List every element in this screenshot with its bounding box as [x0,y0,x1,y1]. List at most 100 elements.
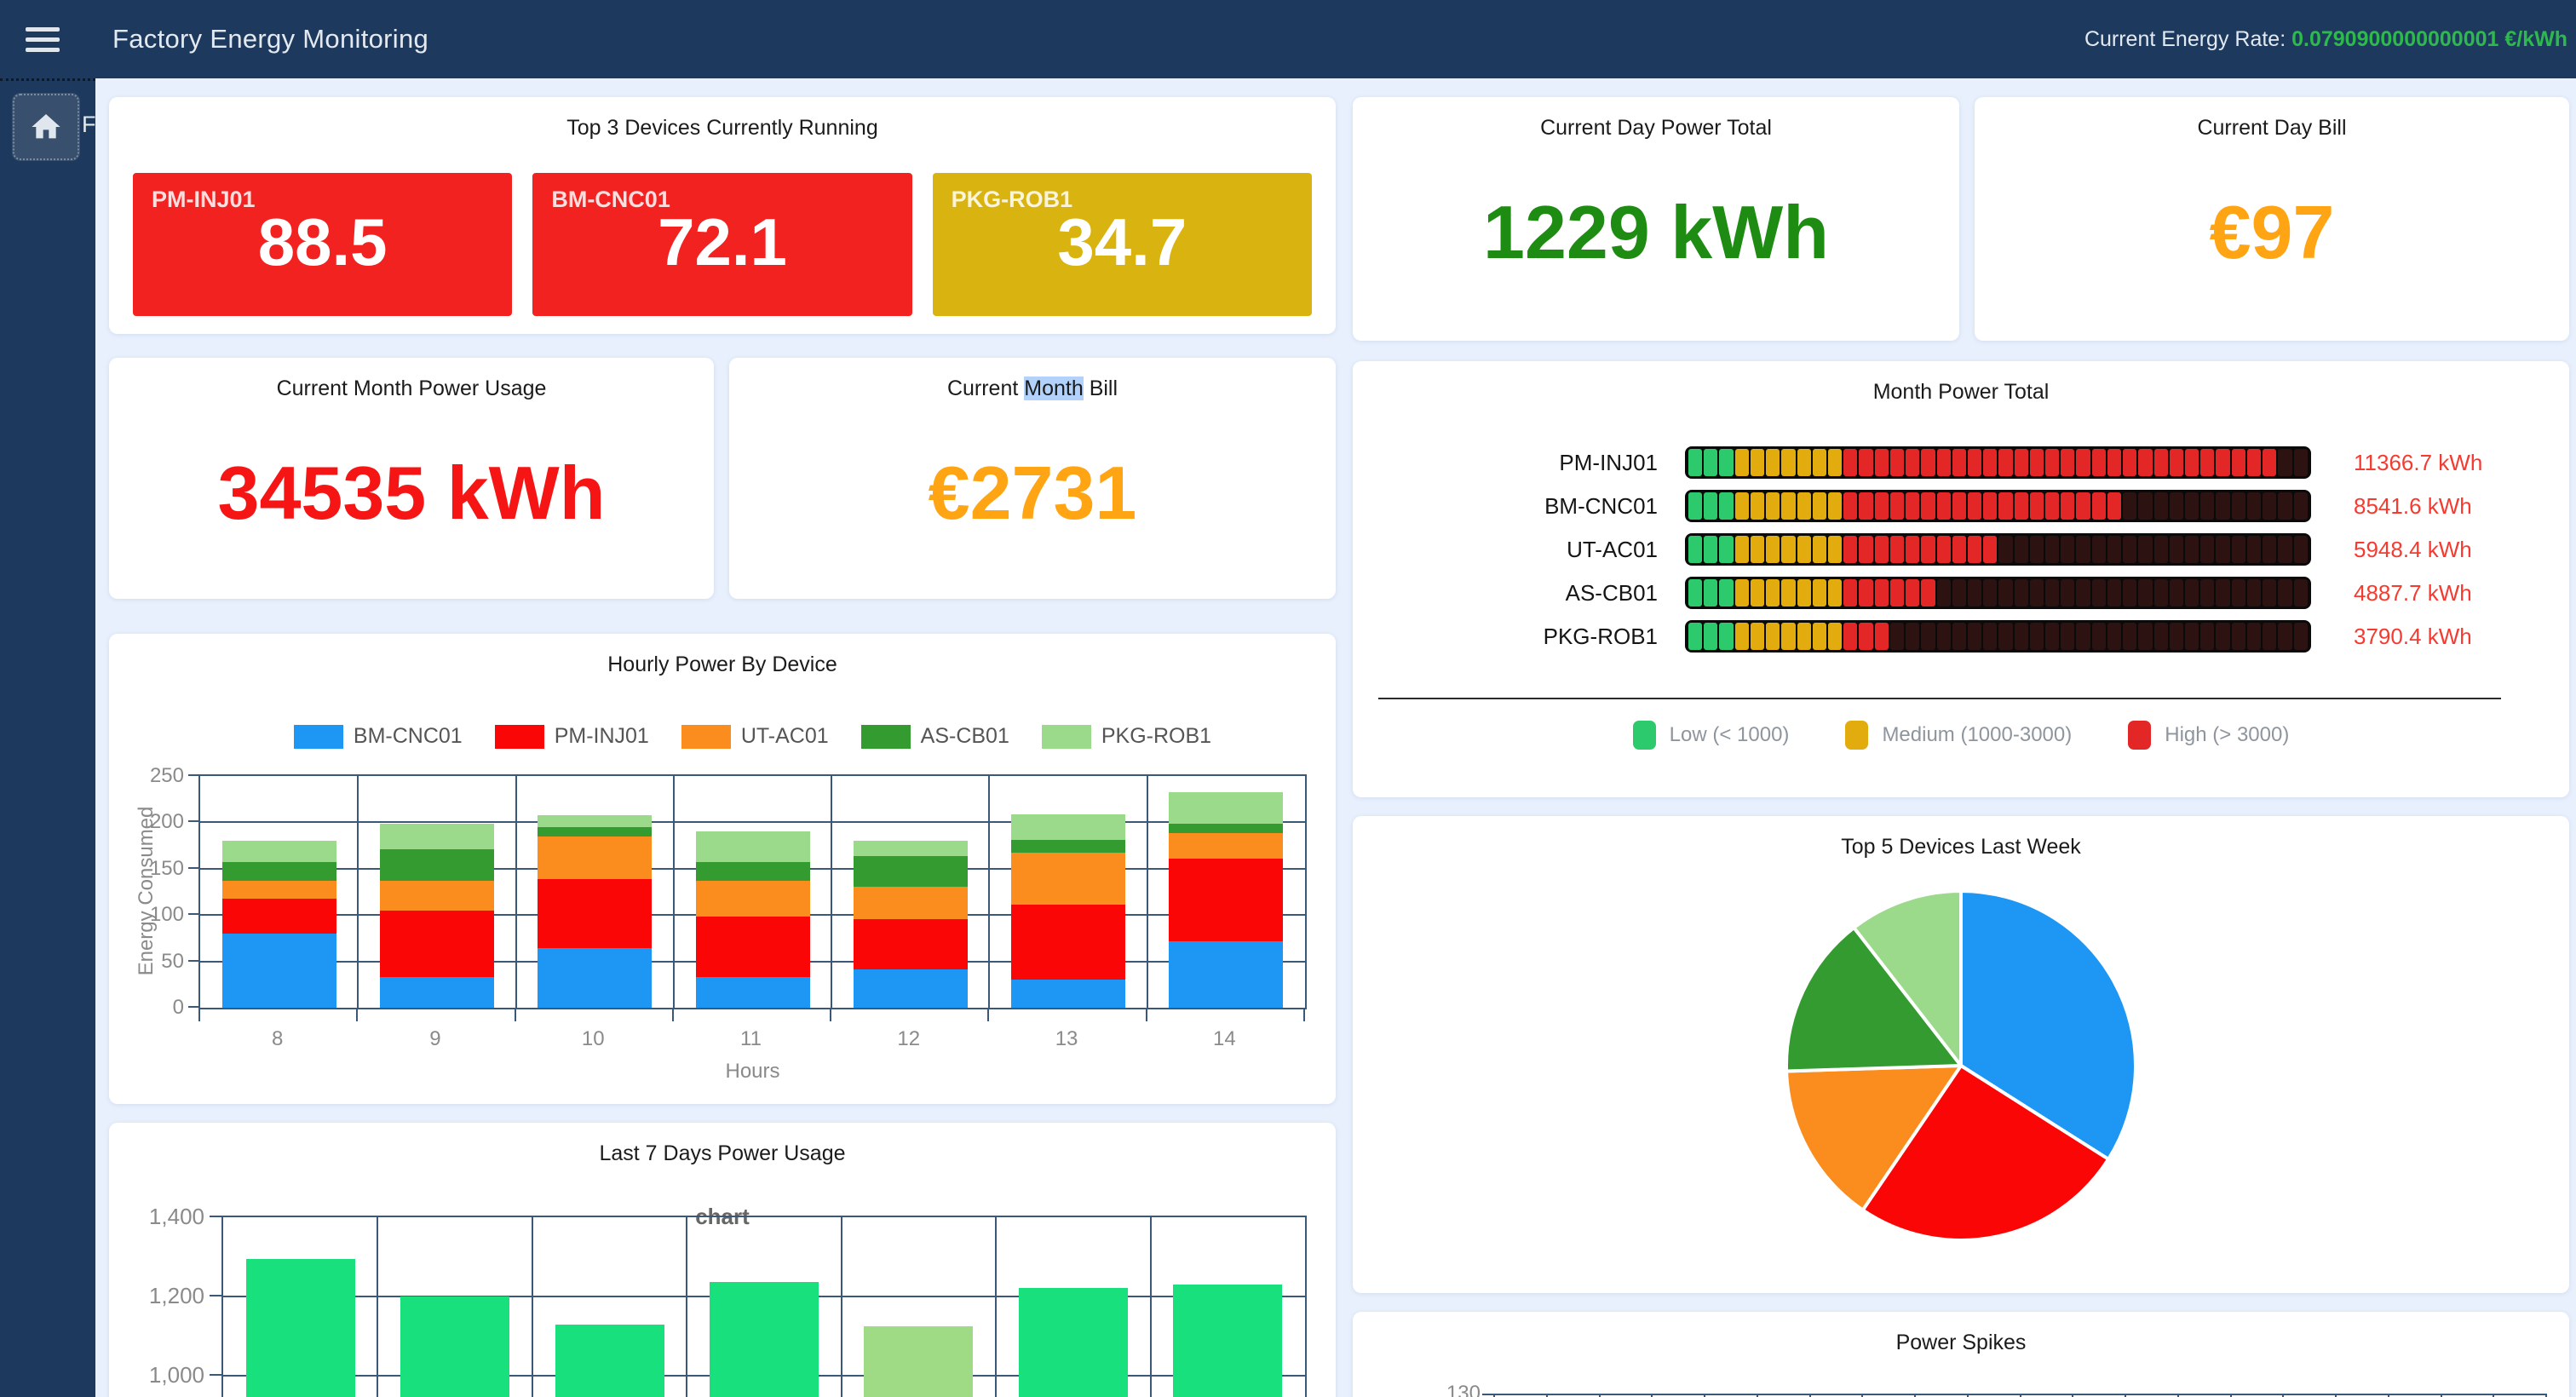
x-tickmark [2230,1394,2232,1397]
x-tickmark [1704,1394,1705,1397]
bar-segment [1890,623,1904,650]
bar-segment-UT-AC01[interactable] [1011,853,1125,905]
bar-segment-PM-INJ01[interactable] [696,917,810,977]
bar-segment-BM-CNC01[interactable] [1169,941,1283,1008]
x-tick-label: 13 [1032,1027,1101,1051]
bar-segment-PKG-ROB1[interactable] [1011,814,1125,840]
gridline [1147,776,1148,1008]
bar-segment [1719,623,1733,650]
menu-icon[interactable] [26,27,60,52]
top3-devices-card: Top 3 Devices Currently Running PM-INJ01… [109,97,1336,334]
bar-segment-PKG-ROB1[interactable] [222,841,336,862]
bar-segment-PM-INJ01[interactable] [1169,859,1283,941]
bar-segment [1983,492,1997,520]
x-tick-label: 12 [875,1027,943,1051]
energy-rate-value: 0.0790900000000001 [2291,27,2498,51]
bar-segment-PM-INJ01[interactable] [222,899,336,934]
bar-segment-BM-CNC01[interactable] [854,969,968,1008]
bar-segment [1766,492,1780,520]
bar-segment-PKG-ROB1[interactable] [538,815,652,827]
bar-segment [1937,579,1951,607]
daily-usage-bar[interactable] [400,1296,509,1397]
x-tickmark [2441,1394,2442,1397]
bar-segment [2232,536,2245,563]
sidebar: F [0,78,95,1397]
month-power-usage-card: Current Month Power Usage 34535 kWh [109,358,714,599]
bar-segment-UT-AC01[interactable] [854,887,968,919]
daily-usage-bar[interactable] [1019,1288,1128,1397]
daily-usage-bar[interactable] [864,1326,973,1397]
bar-segment [1797,579,1811,607]
bar-segment-AS-CB01[interactable] [380,849,494,881]
bar-segment [2170,579,2183,607]
bar-segment [1875,579,1889,607]
bar-segment-BM-CNC01[interactable] [1011,980,1125,1008]
stacked-bar-hour-13[interactable] [1011,814,1125,1008]
stacked-bar-hour-11[interactable] [696,831,810,1008]
bar-segment-AS-CB01[interactable] [538,827,652,836]
bar-segment-PM-INJ01[interactable] [380,911,494,977]
month-total-row-PKG-ROB1: PKG-ROB13790.4 kWh [1353,620,2569,653]
device-kwh-value: 11366.7 kWh [2354,450,2482,476]
bar-segment [2138,449,2152,476]
bar-segment-UT-AC01[interactable] [222,881,336,899]
bar-segment-UT-AC01[interactable] [696,881,810,917]
bar-segment-PKG-ROB1[interactable] [1169,792,1283,824]
bar-segment-UT-AC01[interactable] [538,836,652,879]
daily-usage-bar[interactable] [1173,1285,1282,1397]
bar-segment-PM-INJ01[interactable] [1011,905,1125,980]
bar-segment [1968,536,1981,563]
bar-segment [2076,623,2090,650]
legend-swatch [2128,721,2151,750]
daily-usage-bar[interactable] [246,1259,355,1397]
stacked-bar-hour-9[interactable] [380,824,494,1008]
bar-segment-UT-AC01[interactable] [1169,833,1283,858]
bar-segment [2092,449,2106,476]
hourly-power-title: Hourly Power By Device [109,634,1336,677]
bar-segment-AS-CB01[interactable] [222,862,336,881]
bar-segment [2216,536,2229,563]
bar-segment [2045,492,2059,520]
bar-segment-BM-CNC01[interactable] [538,948,652,1008]
legend-label: AS-CB01 [921,724,1009,749]
y-tickmark [188,774,198,776]
legend-item-PKG-ROB1[interactable]: PKG-ROB1 [1042,724,1211,749]
bar-segment-PKG-ROB1[interactable] [854,841,968,855]
daily-usage-bar[interactable] [710,1282,819,1397]
bar-segment-BM-CNC01[interactable] [696,977,810,1008]
bar-segment-PKG-ROB1[interactable] [696,831,810,862]
bar-segment [1797,623,1811,650]
daily-usage-bar[interactable] [555,1325,664,1397]
month-power-usage-title: Current Month Power Usage [109,358,714,401]
last7-days-card: Last 7 Days Power Usage chart 1,4001,200… [109,1123,1336,1397]
bar-segment [2294,623,2308,650]
bar-segment [2030,623,2044,650]
top5-pie-chart [1778,882,2144,1249]
bar-segment-AS-CB01[interactable] [696,862,810,881]
bar-segment [2294,492,2308,520]
x-tick-label: 11 [717,1027,785,1051]
bar-segment-PM-INJ01[interactable] [854,919,968,970]
legend-label: UT-AC01 [741,724,829,749]
bar-segment-BM-CNC01[interactable] [222,934,336,1008]
legend-item-UT-AC01[interactable]: UT-AC01 [681,724,829,749]
y-tickmark [188,867,198,869]
bar-segment-AS-CB01[interactable] [1011,840,1125,853]
bar-segment-UT-AC01[interactable] [380,881,494,911]
legend-item-PM-INJ01[interactable]: PM-INJ01 [495,724,649,749]
legend-item-BM-CNC01[interactable]: BM-CNC01 [294,724,463,749]
bar-segment-PKG-ROB1[interactable] [380,824,494,849]
power-spikes-card: Power Spikes 130 [1353,1312,2569,1397]
bar-segment-AS-CB01[interactable] [854,856,968,887]
sidebar-item-home[interactable] [12,93,80,161]
legend-label: BM-CNC01 [354,724,463,749]
stacked-bar-hour-12[interactable] [854,841,968,1008]
legend-item-AS-CB01[interactable]: AS-CB01 [861,724,1009,749]
stacked-bar-hour-14[interactable] [1169,792,1283,1008]
gridline [995,1217,997,1397]
bar-segment-AS-CB01[interactable] [1169,824,1283,834]
bar-segment-BM-CNC01[interactable] [380,977,494,1008]
stacked-bar-hour-8[interactable] [222,841,336,1008]
bar-segment-PM-INJ01[interactable] [538,879,652,949]
stacked-bar-hour-10[interactable] [538,815,652,1008]
